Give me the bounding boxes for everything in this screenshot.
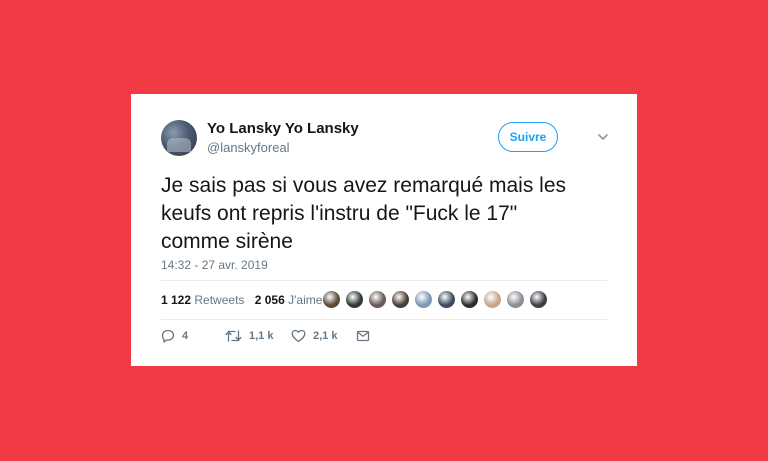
liker-avatar[interactable] xyxy=(460,290,479,309)
follow-button[interactable]: Suivre xyxy=(498,122,558,152)
tweet-text: Je sais pas si vous avez remarqué mais l… xyxy=(161,174,566,253)
avatar[interactable] xyxy=(161,120,197,156)
like-count: 2,1 k xyxy=(313,330,338,342)
likes-count[interactable]: 2 056 xyxy=(255,293,285,307)
liker-avatar[interactable] xyxy=(345,290,364,309)
retweet-count: 1,1 k xyxy=(249,330,274,342)
reply-count: 4 xyxy=(182,330,189,342)
liker-avatar[interactable] xyxy=(414,290,433,309)
liker-avatar[interactable] xyxy=(391,290,410,309)
reply-icon xyxy=(161,329,175,343)
liker-avatar[interactable] xyxy=(368,290,387,309)
retweets-label[interactable]: Retweets xyxy=(194,293,244,307)
action-bar: 4 1,1 k 2,1 k xyxy=(161,329,411,349)
liker-avatar[interactable] xyxy=(437,290,456,309)
likes-label[interactable]: J'aime xyxy=(288,293,322,307)
message-button[interactable] xyxy=(356,329,370,343)
tweet-stats: 1 122 Retweets 2 056 J'aime xyxy=(161,293,322,307)
retweet-icon xyxy=(225,330,242,342)
tweet-timestamp[interactable]: 14:32 - 27 avr. 2019 xyxy=(161,258,268,272)
chevron-down-icon[interactable] xyxy=(597,131,609,143)
liker-avatar[interactable] xyxy=(483,290,502,309)
liker-avatar[interactable] xyxy=(529,290,548,309)
like-button[interactable]: 2,1 k xyxy=(291,329,337,343)
tweet-card: Yo Lansky Yo Lansky @lanskyforeal Suivre… xyxy=(131,94,637,366)
liker-avatar[interactable] xyxy=(322,290,341,309)
retweet-button[interactable]: 1,1 k xyxy=(225,329,273,343)
user-handle[interactable]: @lanskyforeal xyxy=(207,140,290,155)
heart-icon xyxy=(291,329,306,343)
envelope-icon xyxy=(356,330,370,342)
reply-button[interactable]: 4 xyxy=(161,329,188,343)
retweets-count[interactable]: 1 122 xyxy=(161,293,191,307)
liker-avatars xyxy=(322,290,552,309)
divider xyxy=(161,319,607,320)
display-name[interactable]: Yo Lansky Yo Lansky xyxy=(207,120,359,137)
liker-avatar[interactable] xyxy=(506,290,525,309)
divider xyxy=(161,280,607,281)
